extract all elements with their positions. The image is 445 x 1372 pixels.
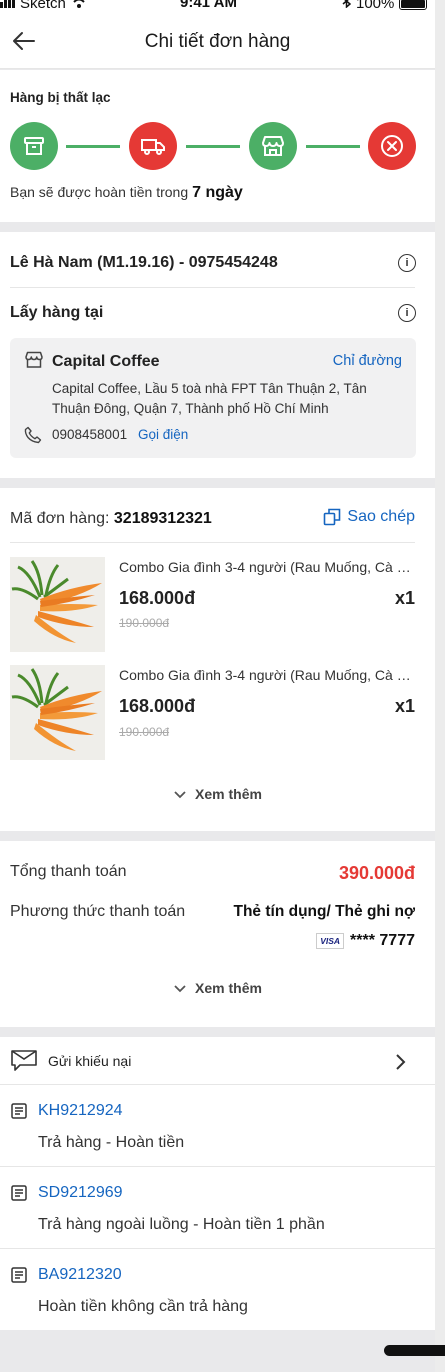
directions-link[interactable]: Chỉ đường <box>333 353 402 369</box>
phone-icon <box>24 426 42 449</box>
copy-icon <box>324 508 341 526</box>
chevron-right-icon <box>396 1054 406 1070</box>
step-packed <box>10 122 58 170</box>
delivery-truck-icon <box>141 139 165 155</box>
call-link[interactable]: Gọi điện <box>138 427 188 442</box>
info-icon[interactable]: i <box>398 254 416 272</box>
battery-percent: 100% <box>356 0 395 12</box>
card-number: **** 7777 <box>350 932 415 949</box>
order-code-value: 32189312321 <box>113 510 212 527</box>
app-header: Chi tiết đơn hàng <box>0 14 435 69</box>
ticket-id[interactable]: KH9212924 <box>38 1102 123 1120</box>
chevron-down-icon <box>174 985 186 993</box>
order-card: Mã đơn hàng: 32189312321 Sao chép Combo … <box>0 488 435 831</box>
divider <box>10 542 415 543</box>
copy-button[interactable]: Sao chép <box>323 508 415 526</box>
screen: Sketch 9:41 AM 100% Chi tiết đơn hàng Hà… <box>0 0 435 1372</box>
payment-method-label: Phương thức thanh toán <box>10 903 186 920</box>
bluetooth-icon <box>342 0 352 12</box>
see-more-label: Xem thêm <box>195 786 262 802</box>
refund-text: Bạn sẽ được hoàn tiền trong <box>10 184 189 200</box>
close-circle-icon <box>381 135 403 157</box>
see-more-items-button[interactable]: Xem thêm <box>0 786 435 802</box>
payment-method-value: Thẻ tín dụng/ Thẻ ghi nợ <box>233 903 416 920</box>
home-indicator <box>384 1345 445 1356</box>
pickup-label: Lấy hàng tại <box>10 304 104 321</box>
product-price: 168.000đ <box>119 696 196 716</box>
customer-card: Lê Hà Nam (M1.19.16) - 0975454248 i Lấy … <box>0 232 435 478</box>
carrot-image <box>10 557 105 652</box>
complaints-card: Gửi khiếu nại KH9212924 Trả hàng - Hoàn … <box>0 1037 435 1330</box>
pickup-store-box: Capital Coffee Chỉ đường Capital Coffee,… <box>10 338 416 458</box>
order-code: Mã đơn hàng: 32189312321 <box>10 510 212 528</box>
screen-edge <box>435 0 445 1372</box>
document-icon <box>11 1103 27 1119</box>
status-right: 100% <box>342 0 428 12</box>
complaint-ticket[interactable]: BA9212320 Hoàn tiền không cần trả hàng <box>0 1249 435 1331</box>
chevron-down-icon <box>174 791 186 799</box>
customer-name-phone: Lê Hà Nam (M1.19.16) - 0975454248 <box>10 254 278 271</box>
refund-notice: Bạn sẽ được hoàn tiền trong 7 ngày <box>10 184 243 202</box>
order-code-label: Mã đơn hàng: <box>10 510 110 527</box>
status-bar: Sketch 9:41 AM 100% <box>0 0 435 14</box>
ticket-description: Hoàn tiền không cần trả hàng <box>38 1298 248 1315</box>
status-label: Hàng bị thất lạc <box>10 90 111 105</box>
send-complaint-label: Gửi khiếu nại <box>48 1053 132 1069</box>
product-price: 168.000đ <box>119 588 196 608</box>
card-info: VISA **** 7777 <box>316 932 415 950</box>
product-image[interactable] <box>10 665 105 760</box>
status-time: 9:41 AM <box>180 0 237 11</box>
store-address: Capital Coffee, Lầu 5 toà nhà FPT Tân Th… <box>52 381 367 416</box>
mail-icon <box>10 1048 38 1077</box>
product-name: Combo Gia đình 3-4 người (Rau Muống, Cà … <box>119 667 415 683</box>
step-shipping <box>129 122 177 170</box>
info-icon[interactable]: i <box>398 304 416 322</box>
wifi-icon <box>70 0 88 12</box>
ticket-id[interactable]: BA9212320 <box>38 1266 122 1284</box>
ticket-description: Trả hàng ngoài luồng - Hoàn tiền 1 phần <box>38 1216 325 1233</box>
product-quantity: x1 <box>394 696 415 716</box>
order-status-card: Hàng bị thất lạc Bạn sẽ được hoàn tiền t… <box>0 70 435 222</box>
refund-days: 7 ngày <box>192 184 243 201</box>
ticket-description: Trả hàng - Hoàn tiền <box>38 1134 185 1151</box>
see-more-payment-button[interactable]: Xem thêm <box>0 980 435 996</box>
store-phone: 0908458001 <box>52 427 128 442</box>
ticket-id[interactable]: SD9212969 <box>38 1184 123 1202</box>
total-amount: 390.000đ <box>338 863 415 883</box>
carrier-label: Sketch <box>20 0 66 12</box>
product-old-price: 190.000đ <box>119 725 170 739</box>
archive-box-icon <box>24 137 44 155</box>
see-more-label: Xem thêm <box>195 980 262 996</box>
step-connector <box>66 145 120 148</box>
page-title: Chi tiết đơn hàng <box>144 31 291 52</box>
product-old-price: 190.000đ <box>119 616 170 630</box>
complaint-ticket[interactable]: SD9212969 Trả hàng ngoài luồng - Hoàn ti… <box>0 1167 435 1249</box>
step-store <box>249 122 297 170</box>
send-complaint-row[interactable]: Gửi khiếu nại <box>0 1037 435 1085</box>
carrot-image <box>10 665 105 760</box>
battery-icon <box>399 0 428 10</box>
copy-label: Sao chép <box>347 508 415 525</box>
store-name: Capital Coffee <box>52 353 160 370</box>
divider <box>10 287 415 288</box>
document-icon <box>11 1267 27 1283</box>
step-connector <box>186 145 240 148</box>
step-lost <box>368 122 416 170</box>
product-name: Combo Gia đình 3-4 người (Rau Muống, Cà … <box>119 559 415 575</box>
complaint-ticket[interactable]: KH9212924 Trả hàng - Hoàn tiền <box>0 1085 435 1167</box>
signal-icon <box>0 0 16 12</box>
product-image[interactable] <box>10 557 105 652</box>
store-icon <box>24 351 44 374</box>
document-icon <box>11 1185 27 1201</box>
payment-card: Tổng thanh toán 390.000đ Phương thức tha… <box>0 841 435 1027</box>
status-left: Sketch <box>0 0 88 12</box>
store-icon <box>262 136 284 156</box>
step-connector <box>306 145 360 148</box>
visa-logo-icon: VISA <box>316 933 345 949</box>
total-label: Tổng thanh toán <box>10 863 127 880</box>
product-quantity: x1 <box>394 588 415 608</box>
